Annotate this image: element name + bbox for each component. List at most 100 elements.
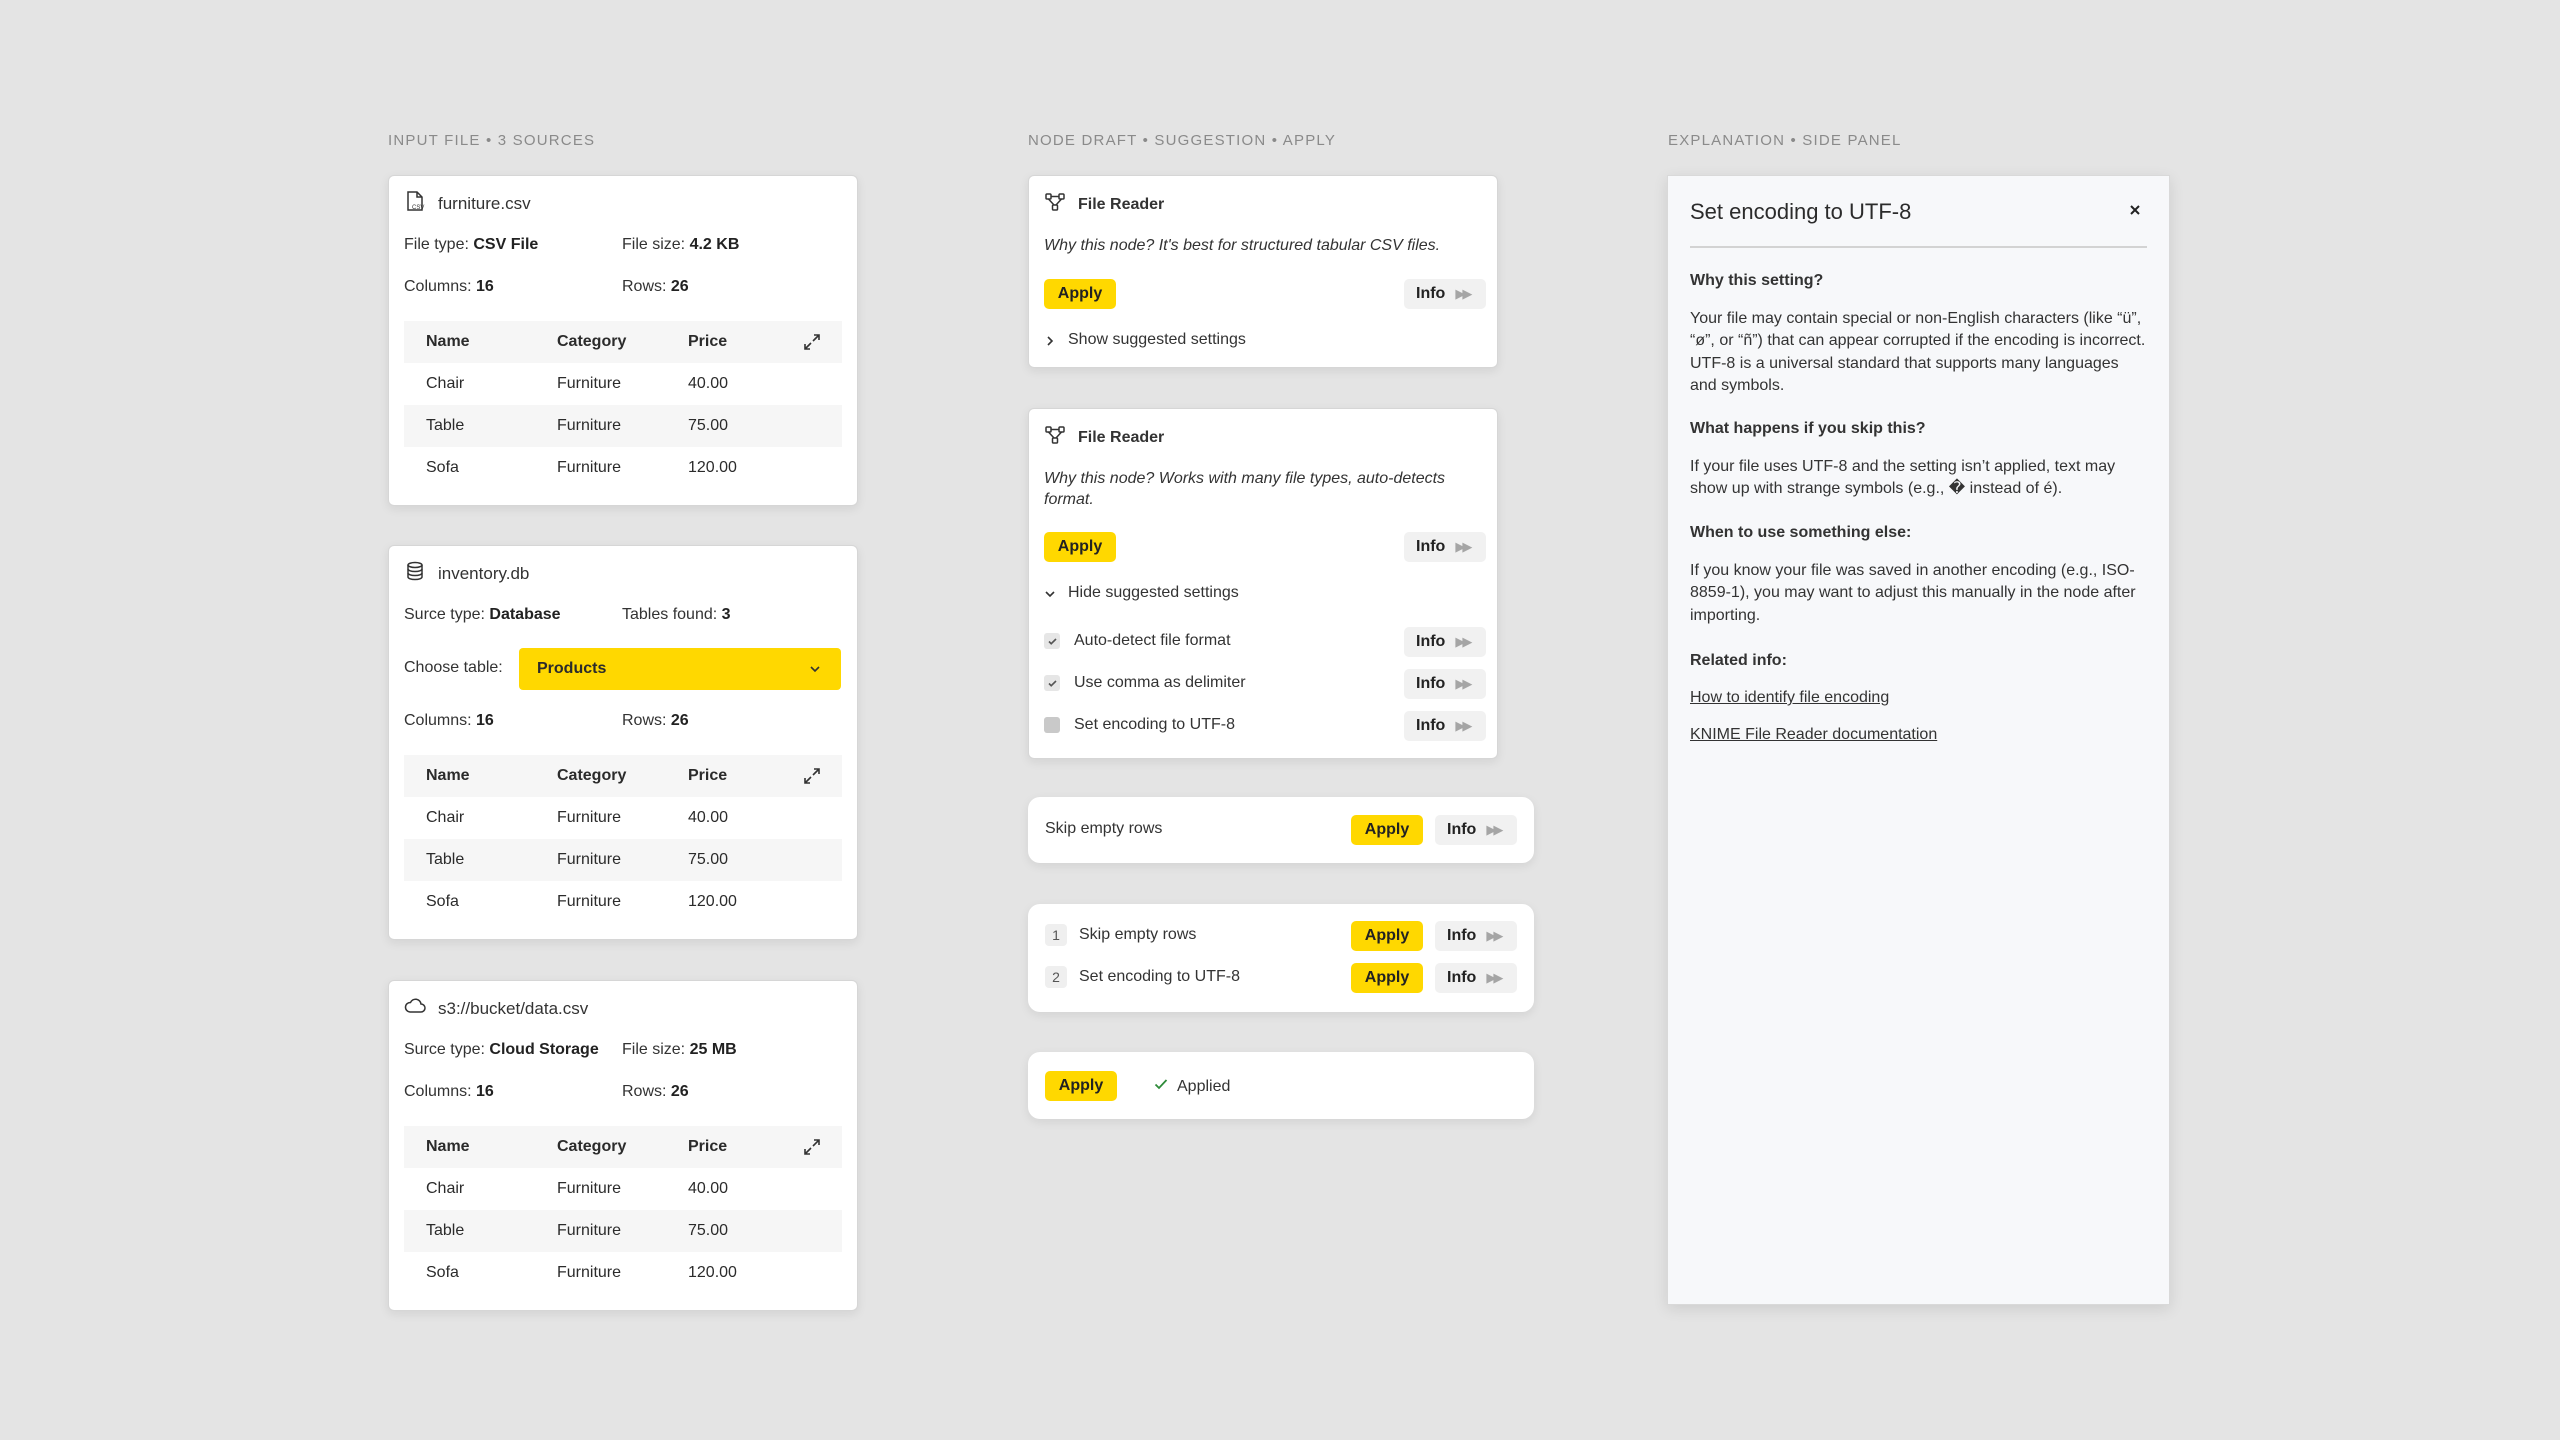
forward-icon: ▶▶ — [1455, 676, 1472, 691]
hide-settings-toggle[interactable]: Hide suggested settings — [1044, 584, 1239, 602]
close-icon[interactable] — [2127, 202, 2143, 218]
info-button[interactable]: Info ▶▶ — [1404, 669, 1486, 699]
explanation-side-panel: Set encoding to UTF-8 Why this setting? … — [1667, 175, 2170, 1305]
info-button[interactable]: Info ▶▶ — [1404, 711, 1486, 741]
chevron-right-icon — [1044, 334, 1056, 346]
applied-state: Apply Applied — [1028, 1052, 1534, 1119]
step-number: 2 — [1045, 966, 1067, 988]
cell: 40.00 — [688, 809, 729, 826]
preview-table: Name Category Price Chair Furniture 40.00 … — [404, 1126, 842, 1294]
info-label: Info — [1416, 538, 1446, 555]
checkbox-unchecked[interactable] — [1044, 717, 1060, 733]
cell: Table — [426, 851, 465, 868]
cell: Table — [426, 1222, 465, 1239]
apply-button[interactable]: Apply — [1351, 921, 1423, 951]
table-row: Table Furniture 75.00 — [404, 1210, 842, 1252]
columns-value: 16 — [476, 712, 494, 729]
show-settings-toggle[interactable]: Show suggested settings — [1044, 331, 1246, 349]
meta-label: Surce type: — [404, 1041, 485, 1058]
setting-row: Auto-detect file format — [1044, 632, 1231, 650]
cell: Furniture — [557, 417, 622, 434]
apply-button[interactable]: Apply — [1045, 1071, 1117, 1101]
table-select[interactable]: Products — [519, 648, 841, 690]
cell: Furniture — [557, 375, 622, 392]
rows-label: Rows: — [622, 278, 667, 295]
info-button[interactable]: Info ▶▶ — [1435, 815, 1517, 845]
meta-value: Cloud Storage — [489, 1041, 599, 1058]
cell: Chair — [426, 375, 465, 392]
suggestion-label: Skip empty rows — [1079, 926, 1197, 943]
columns-value: 16 — [476, 1083, 494, 1100]
apply-button[interactable]: Apply — [1044, 279, 1116, 309]
chevron-down-icon — [1044, 587, 1056, 599]
rows-value: 26 — [670, 278, 689, 295]
table-row: Table Furniture 75.00 — [404, 839, 842, 881]
header-cell: Price — [688, 1138, 728, 1155]
expand-icon[interactable] — [802, 1137, 822, 1157]
cell: 75.00 — [688, 851, 729, 868]
section-heading: Related info: — [1690, 652, 1787, 669]
columns-label: Columns: — [404, 712, 472, 729]
cell: 40.00 — [688, 375, 729, 392]
meta-label: Surce type: — [404, 606, 485, 623]
cell: Furniture — [557, 809, 622, 826]
header-cell: Category — [557, 333, 627, 350]
meta-value: 3 — [721, 606, 731, 623]
info-button[interactable]: Info ▶▶ — [1435, 963, 1517, 993]
source-card-database: inventory.db Surce type: Database Tables… — [388, 545, 858, 940]
forward-icon: ▶▶ — [1486, 928, 1503, 943]
csv-file-icon: CSV — [404, 190, 426, 217]
apply-button[interactable]: Apply — [1351, 815, 1423, 845]
meta-value: Database — [489, 606, 561, 623]
checkbox-checked[interactable] — [1044, 675, 1060, 691]
forward-icon: ▶▶ — [1486, 970, 1503, 985]
preview-table: Name Category Price Chair Furniture 40.00 … — [404, 321, 842, 489]
link-file-reader-docs[interactable]: KNIME File Reader documentation — [1690, 726, 1937, 744]
header-cell: Name — [426, 333, 470, 350]
node-title: File Reader — [1078, 428, 1165, 446]
header-cell: Category — [557, 767, 627, 784]
info-button[interactable]: Info ▶▶ — [1435, 921, 1517, 951]
table-header: Name Category Price — [404, 1126, 842, 1168]
cell: Table — [426, 417, 465, 434]
link-identify-encoding[interactable]: How to identify file encoding — [1690, 689, 1889, 707]
divider — [1690, 246, 2147, 248]
expand-icon[interactable] — [802, 332, 822, 352]
rows-label: Rows: — [622, 1083, 667, 1100]
info-button[interactable]: Info ▶▶ — [1404, 627, 1486, 657]
meta-label: File size: — [622, 236, 686, 253]
section-heading: What happens if you skip this? — [1690, 420, 1926, 437]
source-name: inventory.db — [438, 563, 530, 583]
suggestion-row: 2 Set encoding to UTF-8 — [1045, 966, 1240, 988]
database-icon — [404, 560, 426, 587]
toggle-label: Hide suggested settings — [1068, 584, 1239, 601]
table-row: Sofa Furniture 120.00 — [404, 447, 842, 489]
info-button[interactable]: Info ▶▶ — [1404, 532, 1486, 562]
apply-button[interactable]: Apply — [1044, 532, 1116, 562]
info-button[interactable]: Info ▶▶ — [1404, 279, 1486, 309]
choose-table-label: Choose table: — [404, 659, 503, 676]
setting-label: Set encoding to UTF-8 — [1074, 716, 1235, 733]
table-select-value: Products — [537, 660, 607, 677]
forward-icon: ▶▶ — [1455, 718, 1472, 733]
node-why: Why this node? It's best for structured … — [1044, 237, 1441, 254]
cell: 120.00 — [688, 893, 737, 910]
cell: Sofa — [426, 1264, 459, 1281]
chevron-down-icon — [807, 661, 823, 677]
info-label: Info — [1416, 675, 1446, 692]
header-cell: Price — [688, 333, 728, 350]
table-header: Name Category Price — [404, 321, 842, 363]
table-row: Chair Furniture 40.00 — [404, 797, 842, 839]
forward-icon: ▶▶ — [1455, 634, 1472, 649]
rows-label: Rows: — [622, 712, 667, 729]
apply-button[interactable]: Apply — [1351, 963, 1423, 993]
info-label: Info — [1447, 969, 1477, 986]
node-icon — [1044, 424, 1066, 451]
suggestion-row: 1 Skip empty rows — [1045, 924, 1196, 946]
checkbox-checked[interactable] — [1044, 633, 1060, 649]
forward-icon: ▶▶ — [1455, 286, 1472, 301]
expand-icon[interactable] — [802, 766, 822, 786]
info-label: Info — [1416, 717, 1446, 734]
setting-label: Use comma as delimiter — [1074, 674, 1246, 691]
columns-value: 16 — [476, 278, 494, 295]
